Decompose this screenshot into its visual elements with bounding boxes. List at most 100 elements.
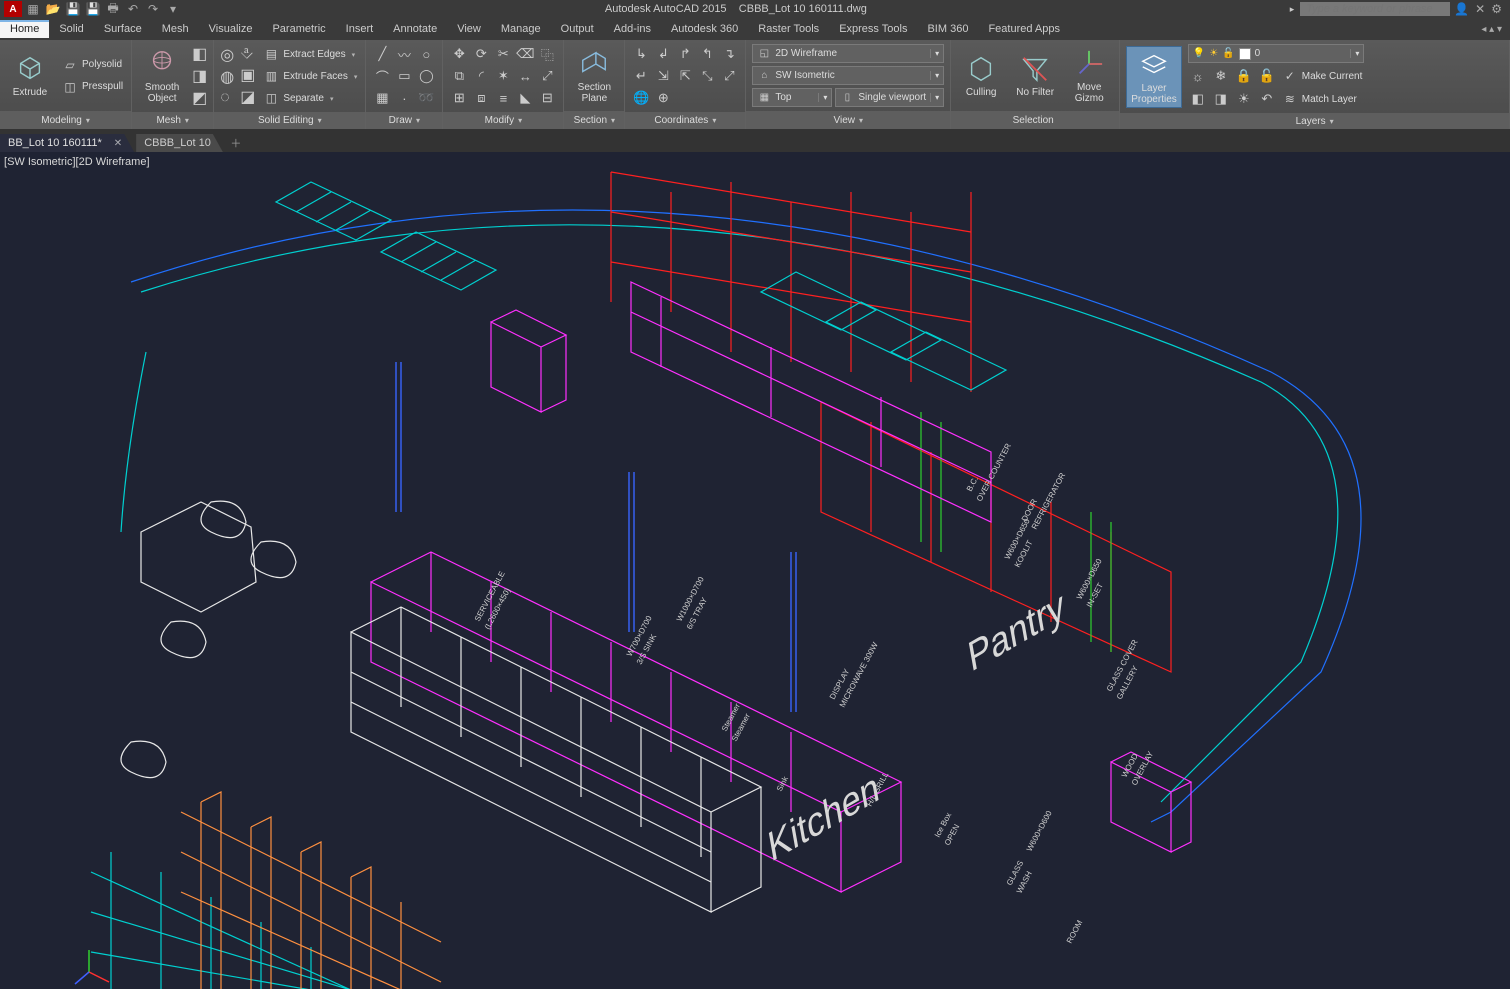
- saveas-icon[interactable]: 💾: [84, 1, 102, 17]
- tab-visualize[interactable]: Visualize: [199, 20, 263, 38]
- extract-edges-button[interactable]: ▤ Extract Edges: [261, 44, 359, 64]
- union-icon[interactable]: ◎: [220, 45, 234, 65]
- ucs-icon-5[interactable]: ↴: [719, 44, 739, 64]
- panel-view-label[interactable]: View: [746, 111, 950, 129]
- hatch-icon[interactable]: ▦: [372, 88, 392, 108]
- app-logo[interactable]: A: [4, 1, 22, 17]
- redo-icon[interactable]: ↷: [144, 1, 162, 17]
- layer-freeze-icon[interactable]: ❄: [1211, 66, 1231, 86]
- ucs-icon-9[interactable]: ⤡: [697, 66, 717, 86]
- panel-solid-editing-label[interactable]: Solid Editing: [214, 112, 365, 129]
- line-icon[interactable]: ╱: [372, 44, 392, 64]
- presspull-button[interactable]: ◫ Presspull: [60, 77, 125, 97]
- layer-off-icon[interactable]: ☼: [1188, 66, 1208, 86]
- tab-mesh[interactable]: Mesh: [152, 20, 199, 38]
- panel-coordinates-label[interactable]: Coordinates: [625, 112, 745, 129]
- extrude-button[interactable]: Extrude: [6, 51, 54, 100]
- offset-icon[interactable]: ⧈: [471, 88, 491, 108]
- help-icon[interactable]: ⚙: [1491, 2, 1502, 16]
- point-icon[interactable]: ·: [394, 88, 414, 108]
- ucs-icon-7[interactable]: ⇲: [653, 66, 673, 86]
- mesh-icon-3[interactable]: ◩: [192, 88, 207, 108]
- layer-properties-button[interactable]: Layer Properties: [1126, 46, 1182, 108]
- ucs-origin-icon[interactable]: ⊕: [653, 88, 673, 108]
- trim-icon[interactable]: ✂: [493, 44, 513, 64]
- add-tab-button[interactable]: ＋: [225, 134, 247, 152]
- search-input[interactable]: [1300, 2, 1450, 16]
- panel-modify-label[interactable]: Modify: [443, 112, 563, 129]
- tab-bim360[interactable]: BIM 360: [917, 20, 978, 38]
- ucs-icon-1[interactable]: ↳: [631, 44, 651, 64]
- tab-home[interactable]: Home: [0, 20, 49, 38]
- arc-icon[interactable]: ⌒: [372, 66, 392, 86]
- align-icon[interactable]: ≡: [493, 88, 513, 108]
- match-layer-button[interactable]: ≋ Match Layer: [1280, 89, 1359, 109]
- copy-icon[interactable]: ⿻: [537, 44, 557, 64]
- polyline-icon[interactable]: 〰: [394, 44, 414, 64]
- tab-output[interactable]: Output: [551, 20, 604, 38]
- qat-dropdown-icon[interactable]: ▾: [164, 1, 182, 17]
- rotate-icon[interactable]: ⟳: [471, 44, 491, 64]
- panel-draw-label[interactable]: Draw: [366, 112, 442, 129]
- ucs-icon-10[interactable]: ⤢: [719, 66, 739, 86]
- plane-dropdown[interactable]: ▦ Top ▾: [752, 88, 832, 107]
- tab-insert[interactable]: Insert: [336, 20, 384, 38]
- exchange-icon[interactable]: ✕: [1475, 2, 1485, 16]
- ucs-icon-4[interactable]: ↰: [697, 44, 717, 64]
- visual-style-dropdown[interactable]: ◱ 2D Wireframe ▾: [752, 44, 944, 63]
- layer-uniso-icon[interactable]: ◨: [1211, 89, 1231, 109]
- panel-layers-label[interactable]: Layers: [1120, 113, 1509, 129]
- tab-solid[interactable]: Solid: [49, 20, 93, 38]
- layer-thaw-icon[interactable]: ☀: [1234, 89, 1254, 109]
- drawing-viewport[interactable]: [SW Isometric][2D Wireframe]: [0, 152, 1510, 989]
- subtract-icon[interactable]: ◍: [220, 67, 234, 87]
- ucs-icon-8[interactable]: ⇱: [675, 66, 695, 86]
- circle-icon[interactable]: ○: [416, 44, 436, 64]
- undo-icon[interactable]: ↶: [124, 1, 142, 17]
- fillet-icon[interactable]: ◜: [471, 66, 491, 86]
- plot-icon[interactable]: 🖶: [104, 1, 122, 17]
- mesh-icon-2[interactable]: ◨: [192, 66, 207, 86]
- tab-autodesk360[interactable]: Autodesk 360: [661, 20, 748, 38]
- rectangle-icon[interactable]: ▭: [394, 66, 414, 86]
- layer-unlock-icon[interactable]: 🔓: [1257, 66, 1277, 86]
- new-icon[interactable]: ▦: [24, 1, 42, 17]
- close-icon[interactable]: ✕: [114, 138, 122, 149]
- layer-selector-dropdown[interactable]: 💡 ☀ 🔓 0 ▾: [1188, 44, 1365, 63]
- tab-scroll-icon[interactable]: ◂ ▴ ▾: [1481, 24, 1502, 35]
- ellipse-icon[interactable]: ◯: [416, 66, 436, 86]
- file-tab[interactable]: CBBB_Lot 10: [136, 134, 223, 152]
- section-plane-button[interactable]: Section Plane: [570, 46, 618, 106]
- ucs-icon-3[interactable]: ↱: [675, 44, 695, 64]
- panel-mesh-label[interactable]: Mesh: [132, 112, 213, 129]
- make-current-button[interactable]: ✓ Make Current: [1280, 66, 1365, 86]
- smooth-object-button[interactable]: Smooth Object: [138, 46, 186, 106]
- stretch-icon[interactable]: ↔: [515, 66, 535, 86]
- break-icon[interactable]: ⊟: [537, 88, 557, 108]
- tab-addins[interactable]: Add-ins: [604, 20, 661, 38]
- move-icon[interactable]: ✥: [449, 44, 469, 64]
- view-name-dropdown[interactable]: ⌂ SW Isometric ▾: [752, 66, 944, 85]
- ucs-icon-2[interactable]: ↲: [653, 44, 673, 64]
- viewport-dropdown[interactable]: ▯ Single viewport ▾: [835, 88, 944, 107]
- file-tab-active[interactable]: BB_Lot 10 160111* ✕: [0, 134, 134, 152]
- chamfer-icon[interactable]: ◣: [515, 88, 535, 108]
- thicken-icon[interactable]: ▣: [240, 65, 255, 85]
- tab-rastertools[interactable]: Raster Tools: [748, 20, 829, 38]
- helix-icon[interactable]: ➿: [416, 88, 436, 108]
- panel-section-label[interactable]: Section: [564, 111, 624, 129]
- polysolid-button[interactable]: ▱ Polysolid: [60, 55, 125, 75]
- scale-icon[interactable]: ⤢: [537, 66, 557, 86]
- mesh-icon-1[interactable]: ◧: [192, 44, 207, 64]
- save-icon[interactable]: 💾: [64, 1, 82, 17]
- extrude-faces-button[interactable]: ▥ Extrude Faces: [261, 66, 359, 86]
- culling-button[interactable]: Culling: [957, 51, 1005, 100]
- tab-expresstools[interactable]: Express Tools: [829, 20, 917, 38]
- tab-manage[interactable]: Manage: [491, 20, 551, 38]
- tab-view[interactable]: View: [447, 20, 491, 38]
- movegizmo-button[interactable]: Move Gizmo: [1065, 46, 1113, 106]
- tab-parametric[interactable]: Parametric: [262, 20, 335, 38]
- slice-icon[interactable]: ⎀: [240, 45, 255, 63]
- layer-prev-icon[interactable]: ↶: [1257, 89, 1277, 109]
- explode-icon[interactable]: ✶: [493, 66, 513, 86]
